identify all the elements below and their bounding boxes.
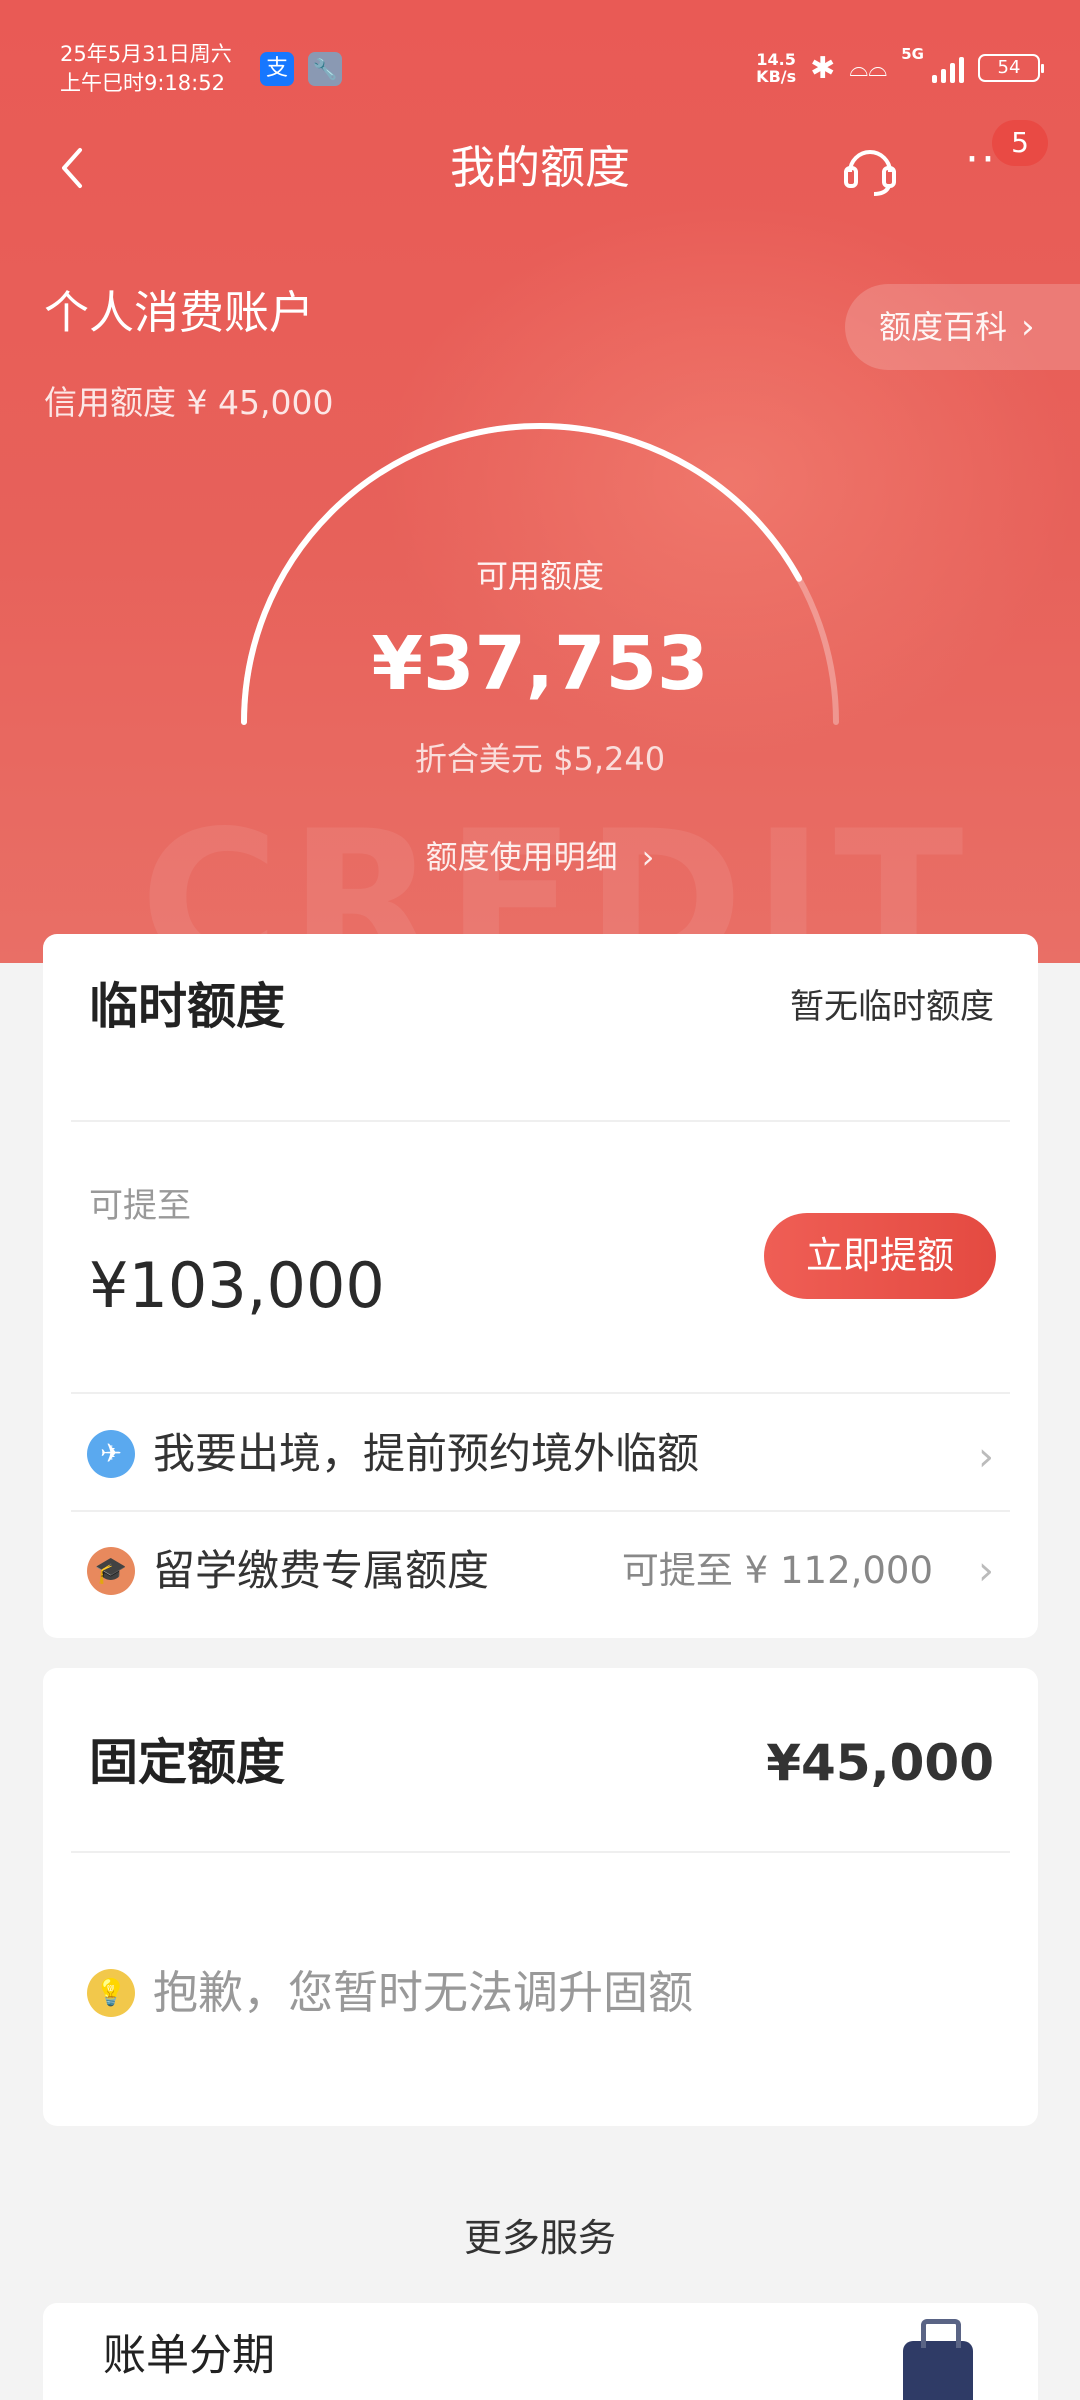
divider — [71, 1851, 1010, 1853]
status-time: 上午巳时9:18:52 — [60, 71, 225, 95]
network-type: 5G — [901, 45, 924, 63]
earbuds-icon: ⌓⌓ — [849, 54, 888, 82]
graduation-cap-icon: 🎓 — [87, 1547, 135, 1595]
chevron-right-icon: › — [1021, 307, 1035, 347]
study-abroad-quota-text: 留学缴费专属额度 — [153, 1546, 490, 1595]
signal-icon — [932, 53, 964, 83]
temporary-quota-status: 暂无临时额度 — [790, 987, 994, 1027]
available-amount: ¥37,753 — [371, 621, 709, 707]
can-raise-amount: ¥103,000 — [89, 1249, 385, 1322]
notification-badge: 5 — [992, 120, 1048, 166]
airplane-icon: ✈ — [87, 1430, 135, 1478]
overseas-quota-row[interactable]: ✈ 我要出境，提前预约境外临额 › — [43, 1397, 1038, 1507]
can-raise-label: 可提至 — [89, 1186, 191, 1226]
page-title: 我的额度 — [449, 141, 630, 194]
raise-now-button[interactable]: 立即提额 — [764, 1213, 996, 1299]
chevron-right-icon: › — [978, 1548, 994, 1594]
status-datetime: 25年5月31日周六 上午巳时9:18:52 — [60, 40, 232, 98]
installment-card[interactable]: 账单分期 — [43, 2303, 1038, 2400]
bluetooth-icon: ✱ — [810, 50, 836, 86]
net-speed-unit: KB/s — [756, 67, 797, 86]
overseas-quota-text: 我要出境，提前预约境外临额 — [153, 1429, 700, 1478]
usage-detail-label: 额度使用明细 — [425, 838, 618, 876]
net-speed-value: 14.5 — [756, 50, 796, 69]
suitcase-icon — [903, 2319, 973, 2400]
divider — [71, 1392, 1010, 1394]
chevron-right-icon: › — [978, 1434, 994, 1480]
temporary-quota-title: 临时额度 — [89, 978, 286, 1035]
lightbulb-icon: 💡 — [87, 1969, 135, 2017]
status-right: 14.5 KB/s ✱ ⌓⌓ 5G 54 — [756, 45, 1044, 88]
alipay-icon: 支 — [260, 52, 294, 86]
usd-equivalent: 折合美元 $5,240 — [414, 740, 666, 778]
usage-detail-link[interactable]: 额度使用明细 › — [0, 834, 1080, 880]
fixed-quota-tip: 抱歉，您暂时无法调升固额 — [153, 1966, 694, 2019]
status-date: 25年5月31日周六 — [60, 42, 232, 66]
account-title: 个人消费账户 — [44, 286, 315, 339]
installment-title: 账单分期 — [103, 2331, 275, 2381]
customer-service-icon[interactable] — [840, 140, 900, 196]
temporary-quota-card: 临时额度 暂无临时额度 可提至 ¥103,000 立即提额 ✈ 我要出境，提前预… — [43, 934, 1038, 1638]
study-abroad-quota-amount: 可提至 ¥ 112,000 — [621, 1549, 933, 1592]
divider — [71, 1120, 1010, 1122]
wrench-icon: 🔧 — [308, 52, 342, 86]
more-services-title: 更多服务 — [463, 2216, 616, 2260]
fixed-quota-amount: ¥45,000 — [766, 1734, 994, 1792]
fixed-quota-title: 固定额度 — [89, 1734, 286, 1791]
quota-wiki-button[interactable]: 额度百科 › — [845, 284, 1080, 370]
battery-icon: 54 — [978, 54, 1044, 82]
study-abroad-quota-row[interactable]: 🎓 留学缴费专属额度 可提至 ¥ 112,000 › — [43, 1514, 1038, 1624]
net-speed: 14.5 KB/s — [756, 51, 796, 85]
fixed-quota-card: 固定额度 ¥45,000 💡 抱歉，您暂时无法调升固额 — [43, 1668, 1038, 2126]
available-label: 可用额度 — [475, 557, 604, 595]
quota-wiki-label: 额度百科 — [879, 308, 1008, 346]
chevron-right-icon: › — [641, 838, 655, 876]
divider — [71, 1510, 1010, 1512]
